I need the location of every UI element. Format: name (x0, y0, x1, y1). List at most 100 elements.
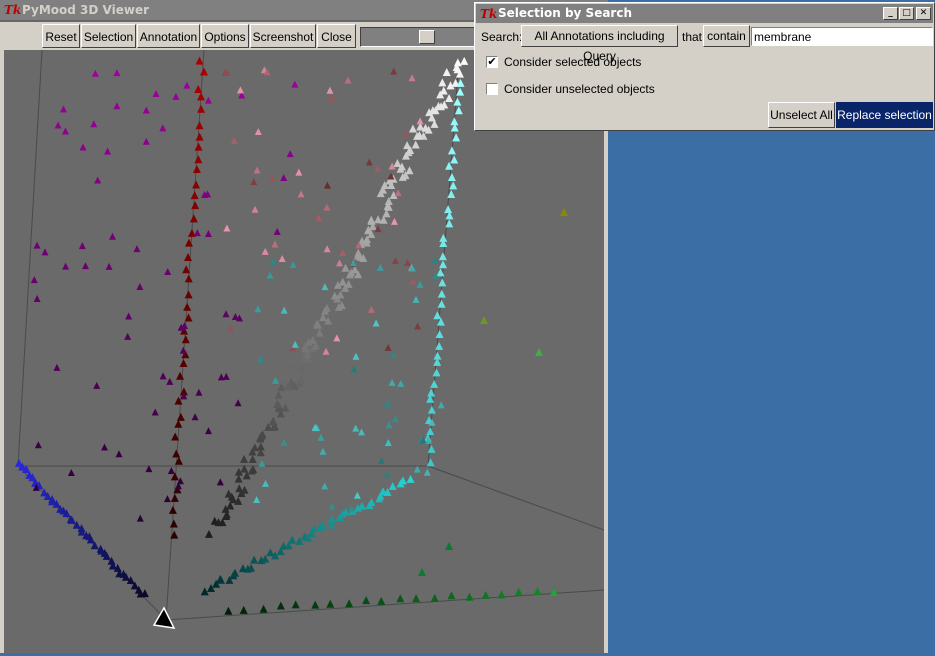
point-marker (322, 347, 330, 355)
point-marker (416, 117, 424, 125)
point-marker (91, 69, 99, 77)
point-marker (262, 479, 270, 487)
point-marker (273, 399, 282, 408)
search-dialog-title: Selection by Search (498, 6, 633, 20)
point-marker (291, 80, 299, 88)
point-marker (383, 399, 391, 407)
scope-button[interactable]: All Annotations including Query (521, 25, 678, 63)
point-marker (344, 76, 352, 84)
point-marker (438, 252, 447, 261)
annotation-button[interactable]: Annotation (137, 24, 200, 48)
point-marker (136, 282, 144, 290)
point-marker (269, 258, 277, 266)
point-marker (189, 214, 198, 223)
close-icon[interactable]: ✕ (916, 7, 931, 20)
point-marker (412, 594, 421, 603)
point-marker (374, 164, 382, 172)
point-marker (236, 86, 244, 94)
point-marker (447, 173, 456, 182)
point-marker (430, 379, 439, 388)
zoom-slider[interactable] (360, 27, 475, 47)
point-marker (276, 601, 285, 610)
point-marker (222, 310, 230, 318)
point-marker (192, 180, 201, 189)
point-marker (438, 278, 447, 287)
point-marker (184, 290, 193, 299)
point-marker (560, 208, 568, 216)
point-marker (257, 355, 265, 363)
point-marker (142, 137, 150, 145)
point-marker (327, 514, 336, 523)
point-marker (33, 295, 41, 303)
point-marker (286, 150, 294, 158)
point-marker (159, 124, 167, 132)
point-marker (53, 363, 61, 371)
minimize-icon[interactable]: _ (883, 7, 898, 20)
point-marker (423, 468, 431, 476)
point-marker (447, 591, 456, 600)
point-marker (54, 121, 62, 129)
screenshot-button[interactable]: Screenshot (250, 24, 316, 48)
point-marker (465, 592, 474, 601)
point-marker (376, 263, 384, 271)
point-marker (319, 447, 327, 455)
point-marker (168, 505, 177, 514)
point-marker (169, 519, 178, 528)
point-marker (280, 173, 288, 181)
point-marker (113, 102, 121, 110)
point-marker (405, 166, 414, 175)
point-marker (113, 69, 121, 77)
consider-selected-checkbox[interactable]: ✔ (486, 56, 498, 68)
point-marker (239, 605, 248, 614)
point-marker (251, 205, 259, 213)
slider-thumb[interactable] (419, 30, 435, 44)
point-marker (291, 340, 299, 348)
reset-button[interactable]: Reset (42, 24, 80, 48)
point-marker (273, 227, 281, 235)
point-marker (181, 335, 190, 344)
search-titlebar[interactable]: Tk Selection by Search (476, 4, 933, 23)
point-marker (258, 459, 266, 467)
point-marker (151, 408, 159, 416)
point-marker (352, 424, 360, 432)
unselect-all-button[interactable]: Unselect All (768, 102, 835, 128)
point-marker (437, 289, 446, 298)
point-marker (416, 280, 424, 288)
point-marker (315, 328, 324, 337)
point-marker (435, 341, 444, 350)
close-button[interactable]: Close (317, 24, 356, 48)
point-marker (365, 158, 373, 166)
point-marker (271, 376, 279, 384)
point-marker (353, 491, 361, 499)
point-marker (152, 90, 160, 98)
point-marker (389, 350, 397, 358)
point-marker (290, 353, 299, 362)
query-input[interactable] (751, 27, 933, 46)
point-marker (326, 86, 334, 94)
that-label: that (682, 30, 703, 44)
point-marker (393, 159, 402, 168)
point-marker (372, 319, 380, 327)
point-marker (404, 258, 412, 266)
point-marker (437, 299, 446, 308)
maximize-icon[interactable]: □ (899, 7, 914, 20)
point-marker (341, 263, 350, 272)
3d-canvas[interactable] (4, 49, 605, 653)
point-marker (288, 535, 297, 544)
point-marker (388, 481, 397, 490)
point-marker (335, 259, 343, 267)
replace-selection-button[interactable]: Replace selection (836, 102, 933, 128)
options-button[interactable]: Options (201, 24, 249, 48)
point-marker (431, 256, 439, 264)
point-marker (191, 201, 200, 210)
point-marker (426, 427, 435, 436)
point-marker (253, 166, 261, 174)
point-marker (183, 302, 192, 311)
point-marker (297, 190, 305, 198)
selection-button[interactable]: Selection (81, 24, 136, 48)
point-marker (409, 277, 417, 285)
3d-scatter-scene[interactable] (4, 49, 605, 653)
operator-button[interactable]: contain (703, 25, 750, 47)
point-marker (402, 129, 410, 137)
consider-unselected-checkbox[interactable] (486, 83, 498, 95)
